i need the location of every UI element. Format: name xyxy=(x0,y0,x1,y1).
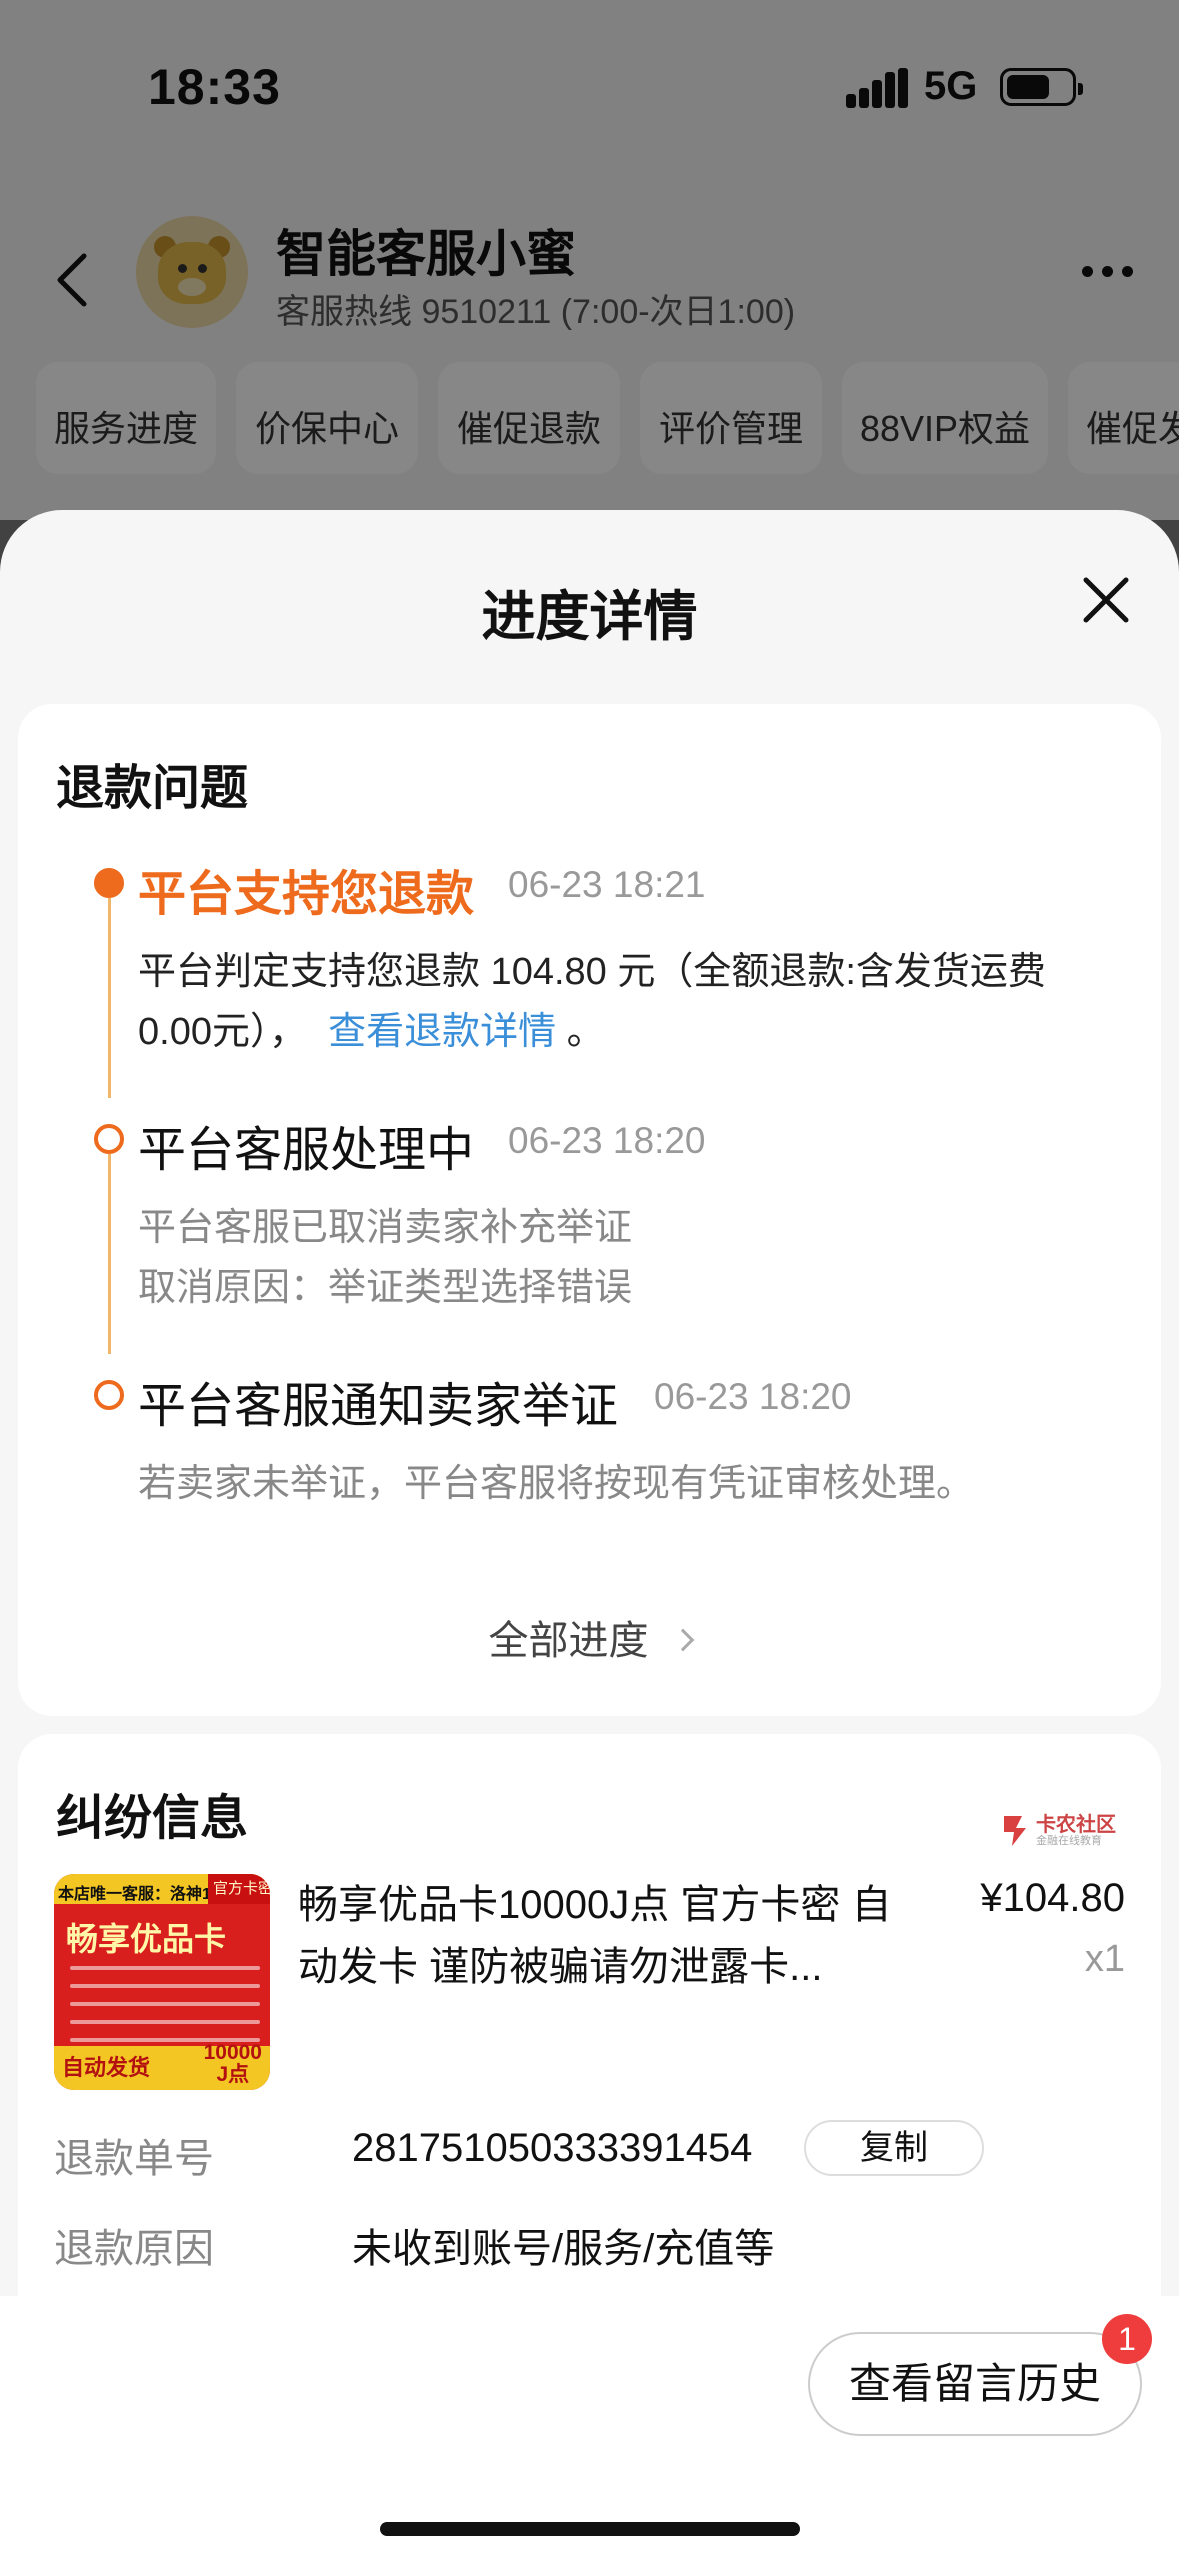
event-description-line: 0.00元）， 查看退款详情 。 xyxy=(138,1002,1138,1062)
product-image[interactable]: 本店唯一客服：洛神1985 官方卡密 畅享优品卡 自动发货 10000 J点 xyxy=(54,1874,270,2090)
dispute-card-heading: 纠纷信息 xyxy=(56,1792,249,1845)
notification-badge: 1 xyxy=(1102,2314,1152,2364)
thumb-badge: 官方卡密 xyxy=(208,1874,270,1904)
thumb-points-value: 10000 xyxy=(203,2041,262,2064)
chevron-right-icon xyxy=(671,1628,694,1652)
refund-number-label: 退款单号 xyxy=(54,2137,214,2181)
event-title: 平台客服通知卖家举证 xyxy=(138,1380,619,1433)
thumb-auto-ship: 自动发货 xyxy=(62,2055,151,2080)
event-description: 平台判定支持您退款 104.80 元（全额退款:含发货运费 0.00元）， 查看… xyxy=(138,942,1138,1062)
timeline-dot-active xyxy=(94,868,124,898)
thumb-points: 10000 J点 xyxy=(204,2042,262,2086)
event-title: 平台支持您退款 xyxy=(138,868,475,921)
watermark-logo: 卡农社区 金融在线教育 xyxy=(1000,1808,1170,1858)
event-time: 06-23 18:21 xyxy=(508,864,706,905)
event-text: 。 xyxy=(566,1011,605,1053)
watermark-icon xyxy=(1004,1816,1026,1846)
view-message-history-button[interactable]: 查看留言历史 xyxy=(808,2332,1142,2436)
progress-detail-sheet: 进度详情 退款问题 平台支持您退款 06-23 18:21 平台判定支持您退款 … xyxy=(0,510,1179,2556)
home-indicator[interactable] xyxy=(380,2522,800,2536)
event-description: 平台客服已取消卖家补充举证 取消原因：举证类型选择错误 xyxy=(138,1198,1138,1318)
view-refund-detail-link[interactable]: 查看退款详情 xyxy=(328,1011,556,1053)
event-time: 06-23 18:20 xyxy=(508,1120,706,1161)
close-icon[interactable] xyxy=(1080,574,1132,626)
refund-progress-card: 退款问题 平台支持您退款 06-23 18:21 平台判定支持您退款 104.8… xyxy=(18,704,1161,1716)
refund-number-value: 2817510503333914​54 xyxy=(352,2126,753,2170)
event-description-line: 若卖家未举证，平台客服将按现有凭证审核处理。 xyxy=(138,1463,975,1505)
refund-reason-label: 退款原因 xyxy=(54,2227,214,2271)
timeline-connector xyxy=(108,898,111,1098)
thumb-product-name: 畅享优品卡 xyxy=(66,1921,227,1957)
timeline-dot xyxy=(94,1380,124,1410)
timeline-connector xyxy=(108,1154,111,1354)
copy-button[interactable]: 复制 xyxy=(804,2120,984,2176)
product-title[interactable]: 畅享优品卡10000J点 官方卡密 自动发卡 谨防被骗请勿泄露卡... xyxy=(298,1874,898,1998)
thumb-points-unit: J点 xyxy=(216,2063,250,2086)
event-title: 平台客服处理中 xyxy=(138,1124,475,1177)
event-description-line: 取消原因：举证类型选择错误 xyxy=(138,1267,633,1309)
sheet-title: 进度详情 xyxy=(481,587,698,647)
event-description-line: 平台判定支持您退款 104.80 元（全额退款:含发货运费 xyxy=(138,951,1046,993)
all-progress-label: 全部进度 xyxy=(488,1619,649,1663)
all-progress-button[interactable]: 全部进度 xyxy=(18,1608,1161,1666)
progress-card-heading: 退款问题 xyxy=(56,762,249,815)
event-description-line: 平台客服已取消卖家补充举证 xyxy=(138,1207,633,1249)
refund-reason-value: 未收到账号/服务/充值等 xyxy=(352,2227,775,2271)
event-description: 若卖家未举证，平台客服将按现有凭证审核处理。 xyxy=(138,1454,1138,1514)
event-time: 06-23 18:20 xyxy=(654,1376,852,1417)
watermark-subtext: 金融在线教育 xyxy=(1036,1835,1102,1847)
event-text: 0.00元）， xyxy=(138,1011,307,1053)
product-price: ¥104.80 xyxy=(980,1876,1125,1920)
timeline-dot xyxy=(94,1124,124,1154)
product-quantity: x1 xyxy=(1084,1938,1125,1980)
sheet-bottom-bar: 查看留言历史 1 xyxy=(0,2296,1179,2556)
